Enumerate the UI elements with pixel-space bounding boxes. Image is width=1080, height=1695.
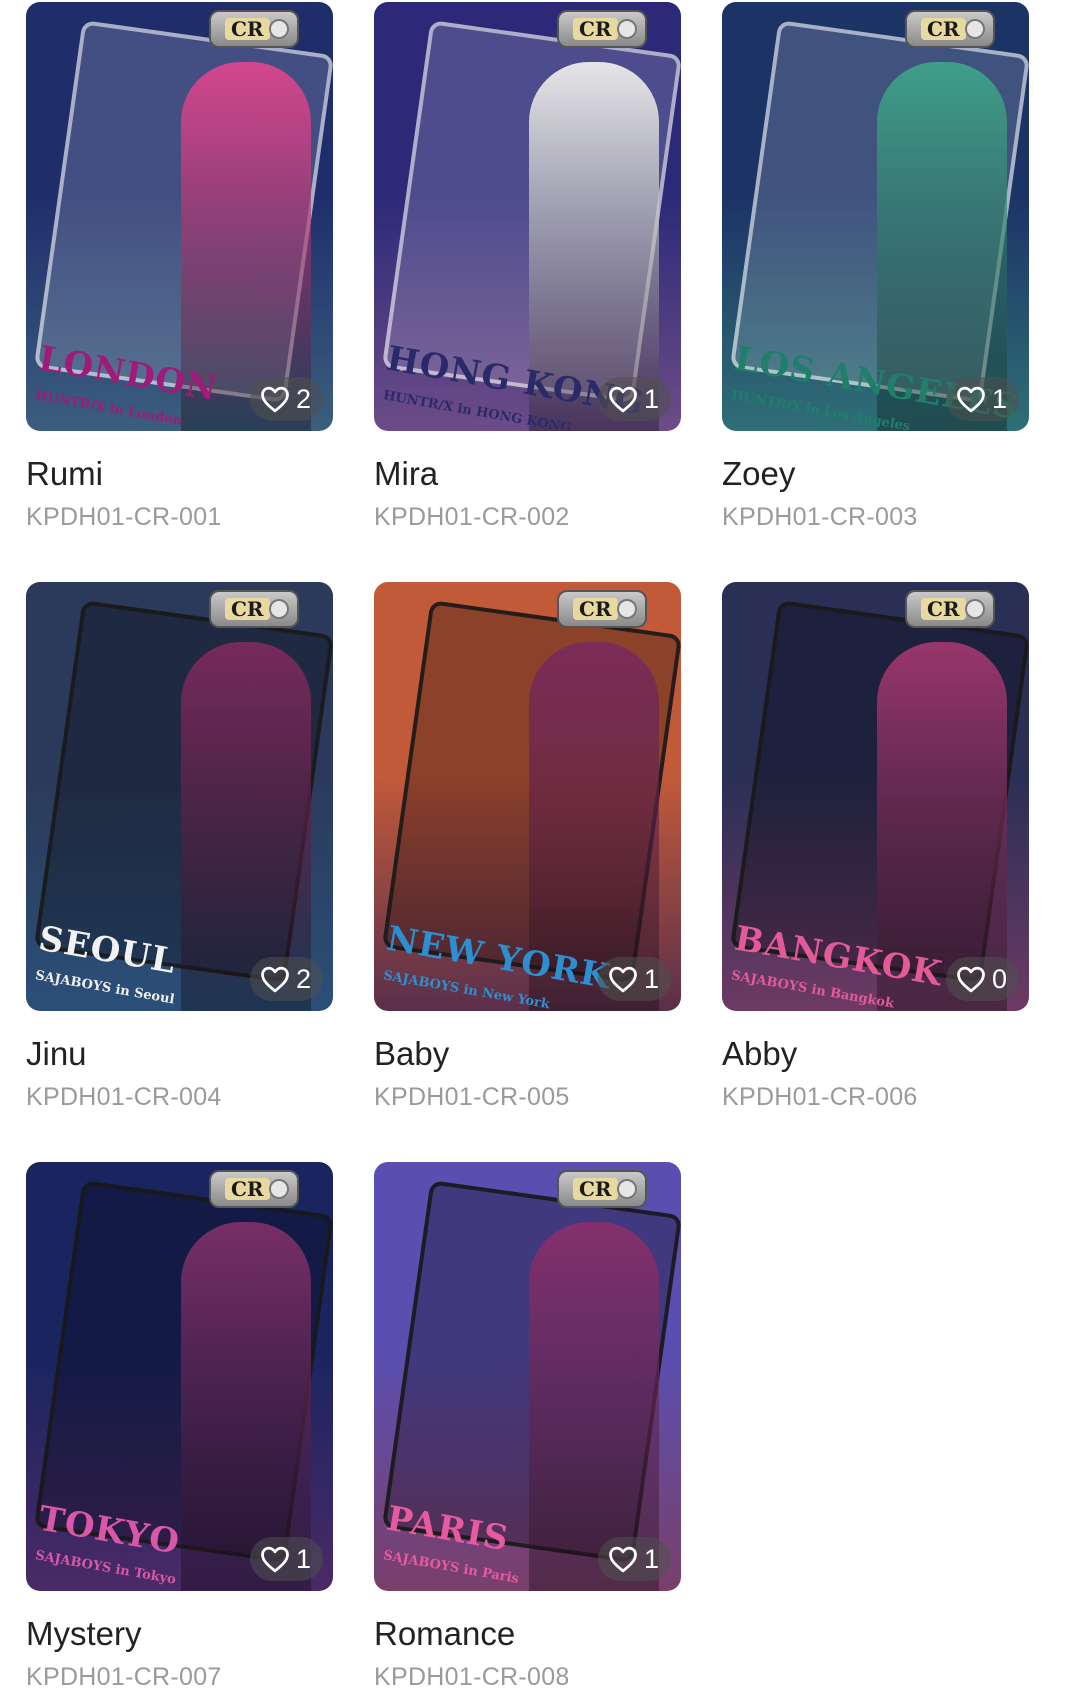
card-image[interactable]: CR LOS ANGELES HUNTR/X in Los Angeles 1: [722, 2, 1029, 431]
card-jinu[interactable]: CR SEOUL SAJABOYS in Seoul 2 Jinu KPDH01…: [26, 582, 333, 1112]
cr-tab: CR: [557, 590, 647, 628]
cr-tab: CR: [209, 1170, 299, 1208]
character-illustration: [181, 642, 311, 1011]
cr-label: CR: [921, 18, 966, 40]
card-name: Abby: [722, 1035, 798, 1072]
card-mira[interactable]: CR HONG KONG HUNTR/X in HONG KONG 1 Mira…: [374, 2, 681, 532]
card-image[interactable]: CR TOKYO SAJABOYS in Tokyo 1: [26, 1162, 333, 1591]
cr-dot-icon: [269, 1179, 289, 1199]
cr-label: CR: [225, 1178, 270, 1200]
card-baby[interactable]: CR NEW YORK SAJABOYS in New York 1 Baby …: [374, 582, 681, 1112]
heart-icon: [956, 965, 986, 993]
like-button[interactable]: 1: [597, 377, 671, 421]
card-code: KPDH01-CR-005: [374, 1083, 570, 1111]
character-illustration: [181, 1222, 311, 1591]
like-count: 1: [643, 963, 659, 994]
heart-icon: [260, 385, 290, 413]
card-code: KPDH01-CR-002: [374, 503, 570, 531]
card-zoey[interactable]: CR LOS ANGELES HUNTR/X in Los Angeles 1 …: [722, 2, 1029, 532]
like-button[interactable]: 1: [249, 1537, 323, 1581]
card-romance[interactable]: CR PARIS SAJABOYS in Paris 1 Romance KPD…: [374, 1162, 681, 1692]
like-count: 2: [295, 383, 311, 414]
cr-dot-icon: [617, 599, 637, 619]
card-image[interactable]: CR NEW YORK SAJABOYS in New York 1: [374, 582, 681, 1011]
card-image[interactable]: CR BANGKOK SAJABOYS in Bangkok 0: [722, 582, 1029, 1011]
cr-tab: CR: [557, 10, 647, 48]
like-button[interactable]: 2: [249, 957, 323, 1001]
card-name: Baby: [374, 1035, 450, 1072]
cr-dot-icon: [617, 19, 637, 39]
card-code: KPDH01-CR-006: [722, 1083, 918, 1111]
like-button[interactable]: 1: [597, 957, 671, 1001]
card-mystery[interactable]: CR TOKYO SAJABOYS in Tokyo 1 Mystery KPD…: [26, 1162, 333, 1692]
card-name: Romance: [374, 1615, 516, 1652]
like-count: 2: [295, 963, 311, 994]
like-count: 1: [991, 383, 1007, 414]
heart-icon: [608, 1545, 638, 1573]
like-button[interactable]: 1: [945, 377, 1019, 421]
card-name: Zoey: [722, 455, 796, 492]
cr-label: CR: [573, 1178, 618, 1200]
card-name: Mystery: [26, 1615, 142, 1652]
card-rumi[interactable]: CR LONDON HUNTR/X in London 2 Rumi KPDH0…: [26, 2, 333, 532]
character-illustration: [529, 1222, 659, 1591]
card-code: KPDH01-CR-004: [26, 1083, 222, 1111]
cr-dot-icon: [965, 599, 985, 619]
like-count: 1: [643, 1543, 659, 1574]
cr-label: CR: [225, 598, 270, 620]
cr-dot-icon: [269, 599, 289, 619]
heart-icon: [608, 965, 638, 993]
cr-tab: CR: [557, 1170, 647, 1208]
card-image[interactable]: CR SEOUL SAJABOYS in Seoul 2: [26, 582, 333, 1011]
like-button[interactable]: 2: [249, 377, 323, 421]
cr-dot-icon: [617, 1179, 637, 1199]
cr-dot-icon: [965, 19, 985, 39]
cr-label: CR: [921, 598, 966, 620]
heart-icon: [260, 965, 290, 993]
card-abby[interactable]: CR BANGKOK SAJABOYS in Bangkok 0 Abby KP…: [722, 582, 1029, 1112]
like-count: 1: [643, 383, 659, 414]
card-code: KPDH01-CR-001: [26, 503, 222, 531]
heart-icon: [260, 1545, 290, 1573]
cr-tab: CR: [209, 10, 299, 48]
cr-label: CR: [573, 598, 618, 620]
like-button[interactable]: 0: [945, 957, 1019, 1001]
cr-tab: CR: [905, 590, 995, 628]
like-count: 0: [991, 963, 1007, 994]
heart-icon: [608, 385, 638, 413]
card-name: Rumi: [26, 455, 104, 492]
card-code: KPDH01-CR-008: [374, 1663, 570, 1691]
cr-tab: CR: [209, 590, 299, 628]
card-image[interactable]: CR PARIS SAJABOYS in Paris 1: [374, 1162, 681, 1591]
cr-label: CR: [225, 18, 270, 40]
card-name: Mira: [374, 455, 439, 492]
heart-icon: [956, 385, 986, 413]
like-button[interactable]: 1: [597, 1537, 671, 1581]
card-image[interactable]: CR HONG KONG HUNTR/X in HONG KONG 1: [374, 2, 681, 431]
cr-label: CR: [573, 18, 618, 40]
like-count: 1: [295, 1543, 311, 1574]
card-image[interactable]: CR LONDON HUNTR/X in London 2: [26, 2, 333, 431]
card-code: KPDH01-CR-007: [26, 1663, 222, 1691]
cr-tab: CR: [905, 10, 995, 48]
card-code: KPDH01-CR-003: [722, 503, 918, 531]
card-name: Jinu: [26, 1035, 87, 1072]
cr-dot-icon: [269, 19, 289, 39]
